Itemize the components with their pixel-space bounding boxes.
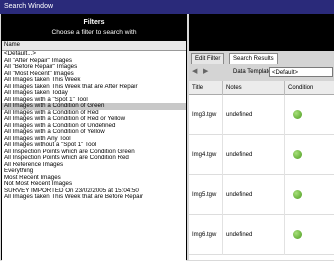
column-notes[interactable]: Notes xyxy=(223,81,285,95)
data-template-label: Data Template xyxy=(233,69,272,75)
result-condition xyxy=(285,215,334,255)
result-notes: undefined xyxy=(223,175,285,215)
condition-green-icon xyxy=(293,150,302,159)
back-icon[interactable]: ◀ xyxy=(192,68,200,76)
result-condition xyxy=(285,135,334,175)
column-condition[interactable]: Condition xyxy=(285,81,334,95)
tab-edit-filter[interactable]: Edit Filter xyxy=(191,53,225,64)
tab-bar: Edit Filter Search Results xyxy=(189,52,334,64)
condition-green-icon xyxy=(293,230,302,239)
data-template-select[interactable]: <Default> xyxy=(269,67,333,77)
result-condition xyxy=(285,95,334,135)
filters-header: Filters Choose a filter to search with xyxy=(2,15,186,41)
condition-green-icon xyxy=(293,190,302,199)
result-title: Img5.tgw xyxy=(189,175,223,215)
condition-green-icon xyxy=(293,110,302,119)
result-notes: undefined xyxy=(223,215,285,255)
filters-panel: Filters Choose a filter to search with N… xyxy=(1,14,187,261)
result-title: Img3.tgw xyxy=(189,95,223,135)
result-row[interactable]: Img4.tgw undefined xyxy=(189,135,334,175)
results-panel: Edit Filter Search Results ◀ ▶ Data Temp… xyxy=(189,14,334,260)
result-row[interactable]: Img5.tgw undefined xyxy=(189,175,334,215)
window-title: Search Window xyxy=(4,3,54,10)
preview-area xyxy=(189,14,334,51)
filters-title: Filters xyxy=(83,19,105,26)
window-title-bar: Search Window xyxy=(0,0,334,14)
result-title: Img4.tgw xyxy=(189,135,223,175)
filter-item[interactable]: All Images taken This Week that are Befo… xyxy=(2,194,186,201)
tab-search-results[interactable]: Search Results xyxy=(229,53,278,64)
toolbar: ◀ ▶ Data Template <Default> xyxy=(189,65,334,79)
column-title[interactable]: Title xyxy=(189,81,223,95)
results-header: Title Notes Condition xyxy=(189,81,334,95)
forward-icon[interactable]: ▶ xyxy=(203,68,211,76)
result-row[interactable]: Img3.tgw undefined xyxy=(189,95,334,135)
result-notes: undefined xyxy=(223,95,285,135)
filters-column-header[interactable]: Name xyxy=(2,41,186,51)
result-notes: undefined xyxy=(223,135,285,175)
result-row[interactable]: Img6.tgw undefined xyxy=(189,215,334,255)
results-grid: Title Notes Condition Img3.tgw undefined I… xyxy=(189,81,334,260)
filters-subtitle: Choose a filter to search with xyxy=(51,29,137,36)
result-condition xyxy=(285,175,334,215)
filter-list[interactable]: <Default...> All "After Repair" Images All… xyxy=(2,51,186,261)
result-title: Img6.tgw xyxy=(189,215,223,255)
